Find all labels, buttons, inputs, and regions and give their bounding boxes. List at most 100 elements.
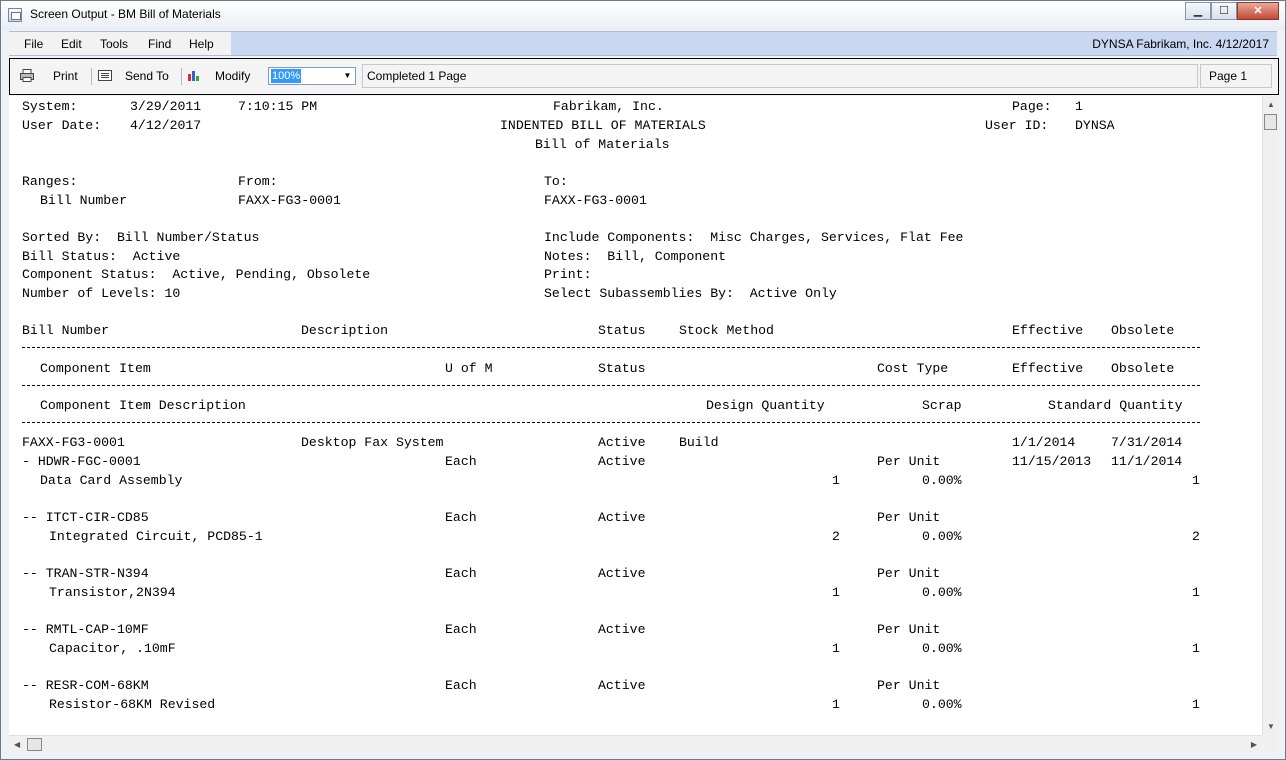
menu-file[interactable]: File xyxy=(24,37,43,51)
zoom-value[interactable]: 100% xyxy=(271,69,302,83)
print-button[interactable]: Print xyxy=(53,69,78,83)
component-std-qty: 1 xyxy=(1192,473,1200,488)
send-to-icon[interactable] xyxy=(98,69,112,82)
col-component-effective: Effective xyxy=(1012,361,1084,376)
component-uofm: Each xyxy=(445,678,477,693)
col-obsolete: Obsolete xyxy=(1111,323,1175,338)
toolbar-separator xyxy=(91,68,92,85)
col-effective: Effective xyxy=(1012,323,1084,338)
modify-icon[interactable] xyxy=(187,69,201,82)
minimize-button[interactable]: ▁ xyxy=(1185,2,1211,20)
send-to-button[interactable]: Send To xyxy=(125,69,169,83)
maximize-button[interactable]: ☐ xyxy=(1211,2,1237,20)
component-scrap: 0.00% xyxy=(922,697,962,712)
component-description: Capacitor, .10mF xyxy=(49,641,176,656)
component-cost-type: Per Unit xyxy=(877,566,941,581)
bill-description: Desktop Fax System xyxy=(301,435,444,450)
range-field: Bill Number xyxy=(40,193,128,208)
component-item: - HDWR-FGC-0001 xyxy=(22,454,141,469)
component-std-qty: 2 xyxy=(1192,529,1200,544)
zoom-select[interactable]: 100% ▼ xyxy=(268,67,356,85)
component-cost-type: Per Unit xyxy=(877,454,941,469)
component-status: Active xyxy=(598,566,646,581)
divider xyxy=(22,385,1200,386)
col-uofm: U of M xyxy=(445,361,493,376)
col-stock-method: Stock Method xyxy=(679,323,774,338)
print-option: Print: xyxy=(544,267,592,282)
page-number: 1 xyxy=(1075,99,1083,114)
col-status: Status xyxy=(598,323,646,338)
component-obsolete: 11/1/2014 xyxy=(1111,454,1183,469)
report-subtitle: Bill of Materials xyxy=(535,137,670,152)
component-status: Component Status: Active, Pending, Obsol… xyxy=(22,267,371,282)
horizontal-scroll-thumb[interactable] xyxy=(27,738,42,751)
close-button[interactable]: ✕ xyxy=(1237,2,1279,20)
component-item: -- RMTL-CAP-10MF xyxy=(22,622,149,637)
menu-tools[interactable]: Tools xyxy=(100,37,128,51)
menu-find[interactable]: Find xyxy=(148,37,171,51)
horizontal-scrollbar[interactable]: ◀ ▶ xyxy=(9,735,1262,753)
component-design-qty: 1 xyxy=(832,473,840,488)
component-scrap: 0.00% xyxy=(922,585,962,600)
scroll-down-icon[interactable]: ▼ xyxy=(1266,722,1276,731)
report-title: INDENTED BILL OF MATERIALS xyxy=(500,118,706,133)
component-design-qty: 2 xyxy=(832,529,840,544)
toolbar: Print Send To Modify 100% ▼ Completed 1 … xyxy=(9,58,1279,95)
component-cost-type: Per Unit xyxy=(877,510,941,525)
window-title: Screen Output - BM Bill of Materials xyxy=(30,7,221,21)
vertical-scrollbar[interactable]: ▲ ▼ xyxy=(1262,96,1278,735)
system-label: System: xyxy=(22,99,78,114)
component-item: -- ITCT-CIR-CD85 xyxy=(22,510,149,525)
bill-obsolete: 7/31/2014 xyxy=(1111,435,1183,450)
col-cost-type: Cost Type xyxy=(877,361,949,376)
col-standard-quantity: Standard Quantity xyxy=(1048,398,1183,413)
app-icon xyxy=(8,8,22,22)
menu-edit[interactable]: Edit xyxy=(61,37,82,51)
bill-stock-method: Build xyxy=(679,435,719,450)
col-design-quantity: Design Quantity xyxy=(706,398,825,413)
page-indicator: Page 1 xyxy=(1200,64,1272,88)
component-effective: 11/15/2013 xyxy=(1012,454,1092,469)
user-id-label: User ID: xyxy=(985,118,1049,133)
company-name: Fabrikam, Inc. xyxy=(553,99,664,114)
component-description: Transistor,2N394 xyxy=(49,585,176,600)
component-design-qty: 1 xyxy=(832,697,840,712)
bill-status-value: Active xyxy=(598,435,646,450)
col-scrap: Scrap xyxy=(922,398,962,413)
toolbar-separator xyxy=(181,68,182,85)
report-window: Screen Output - BM Bill of Materials ▁ ☐… xyxy=(0,0,1286,760)
include-components: Include Components: Misc Charges, Servic… xyxy=(544,230,964,245)
menu-bar: File Edit Tools Find Help DYNSA Fabrikam… xyxy=(9,31,1277,56)
menu-help[interactable]: Help xyxy=(189,37,214,51)
bill-effective: 1/1/2014 xyxy=(1012,435,1076,450)
component-description: Integrated Circuit, PCD85-1 xyxy=(49,529,263,544)
component-std-qty: 1 xyxy=(1192,697,1200,712)
divider xyxy=(22,347,1200,348)
component-scrap: 0.00% xyxy=(922,641,962,656)
component-uofm: Each xyxy=(445,622,477,637)
component-design-qty: 1 xyxy=(832,641,840,656)
chevron-down-icon[interactable]: ▼ xyxy=(340,68,355,84)
col-bill-number: Bill Number xyxy=(22,323,110,338)
modify-button[interactable]: Modify xyxy=(215,69,250,83)
status-text: Completed 1 Page xyxy=(362,64,1198,88)
user-company-date: DYNSA Fabrikam, Inc. 4/12/2017 xyxy=(1092,37,1269,51)
scroll-right-icon[interactable]: ▶ xyxy=(1251,740,1257,749)
range-to: FAXX-FG3-0001 xyxy=(544,193,647,208)
scroll-left-icon[interactable]: ◀ xyxy=(14,740,20,749)
component-description: Data Card Assembly xyxy=(40,473,183,488)
component-item: -- TRAN-STR-N394 xyxy=(22,566,149,581)
component-status: Active xyxy=(598,622,646,637)
vertical-scroll-thumb[interactable] xyxy=(1264,114,1277,130)
component-status: Active xyxy=(598,454,646,469)
component-item: -- RESR-COM-68KM xyxy=(22,678,149,693)
bill-number: FAXX-FG3-0001 xyxy=(22,435,125,450)
user-id: DYNSA xyxy=(1075,118,1115,133)
col-component-obsolete: Obsolete xyxy=(1111,361,1175,376)
notes: Notes: Bill, Component xyxy=(544,249,727,264)
system-time: 7:10:15 PM xyxy=(238,99,318,114)
printer-icon[interactable] xyxy=(20,69,34,82)
component-scrap: 0.00% xyxy=(922,473,962,488)
component-design-qty: 1 xyxy=(832,585,840,600)
scroll-up-icon[interactable]: ▲ xyxy=(1266,100,1276,109)
